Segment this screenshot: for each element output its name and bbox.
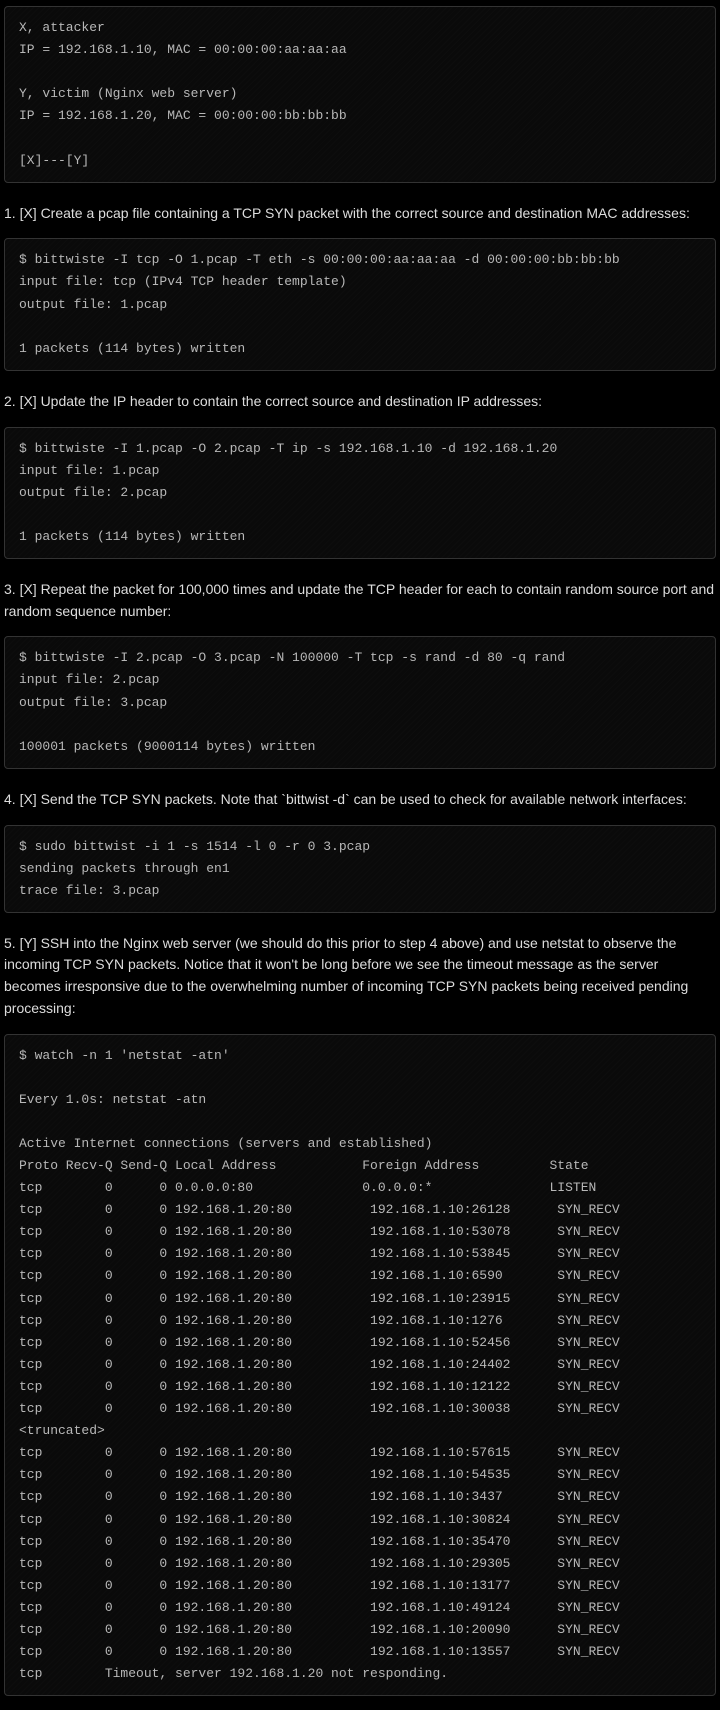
step-2-code: $ bittwiste -I 1.pcap -O 2.pcap -T ip -s… [4,427,716,559]
step-4-code: $ sudo bittwist -i 1 -s 1514 -l 0 -r 0 3… [4,825,716,913]
step-2-text: 2. [X] Update the IP header to contain t… [0,385,720,421]
step-1-code: $ bittwiste -I tcp -O 1.pcap -T eth -s 0… [4,238,716,370]
step-5-code: $ watch -n 1 'netstat -atn' Every 1.0s: … [4,1034,716,1697]
step-4-text: 4. [X] Send the TCP SYN packets. Note th… [0,783,720,819]
step-1-text: 1. [X] Create a pcap file containing a T… [0,197,720,233]
step-3-text: 3. [X] Repeat the packet for 100,000 tim… [0,573,720,630]
step-3-code: $ bittwiste -I 2.pcap -O 3.pcap -N 10000… [4,636,716,768]
intro-code-block: X, attacker IP = 192.168.1.10, MAC = 00:… [4,6,716,183]
step-5-text: 5. [Y] SSH into the Nginx web server (we… [0,927,720,1028]
